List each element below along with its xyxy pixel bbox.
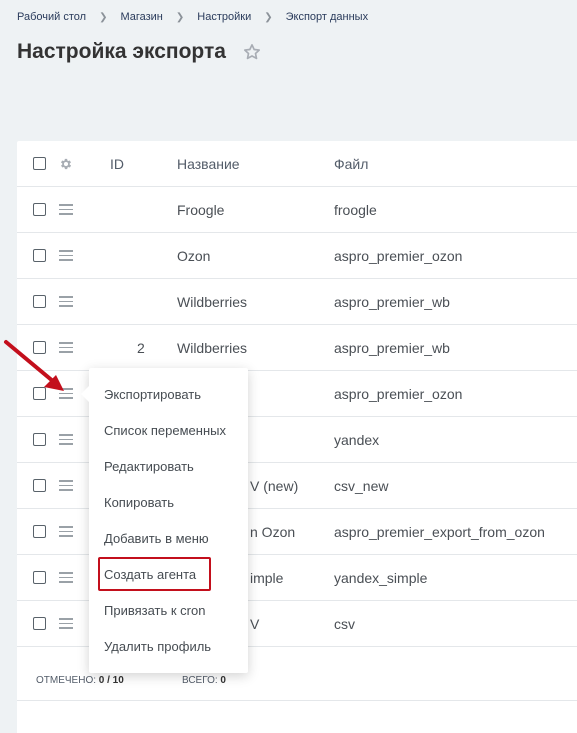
menu-item-delete-profile[interactable]: Удалить профиль xyxy=(104,639,211,654)
menu-pointer xyxy=(81,386,89,402)
table-header-row: ID Название Файл xyxy=(17,141,577,187)
row-name: Wildberries xyxy=(177,294,248,310)
table-row[interactable]: Froogle froogle xyxy=(17,187,577,233)
total-count: ВСЕГО: 0 xyxy=(182,675,226,686)
select-all-checkbox[interactable] xyxy=(33,157,46,170)
hamburger-icon[interactable] xyxy=(59,250,73,261)
breadcrumb-item-export[interactable]: Экспорт данных xyxy=(286,11,368,23)
row-file: yandex_simple xyxy=(334,570,428,586)
star-icon[interactable] xyxy=(242,42,262,62)
row-file: aspro_premier_ozon xyxy=(334,248,463,264)
row-checkbox[interactable] xyxy=(33,525,46,538)
checked-count: ОТМЕЧЕНО: 0 / 10 xyxy=(36,675,124,686)
row-file: aspro_premier_export_from_ozon xyxy=(334,524,545,540)
red-arrow-annotation xyxy=(4,340,64,391)
gear-icon[interactable] xyxy=(59,157,73,171)
breadcrumb-item-settings[interactable]: Настройки xyxy=(197,11,251,23)
total-label: ВСЕГО: xyxy=(182,675,218,686)
total-value: 0 xyxy=(220,675,226,686)
table-row[interactable]: Wildberries aspro_premier_wb xyxy=(17,279,577,325)
menu-item-edit[interactable]: Редактировать xyxy=(104,459,194,474)
column-header-name[interactable]: Название xyxy=(177,156,240,172)
menu-item-copy[interactable]: Копировать xyxy=(104,495,174,510)
breadcrumb-item-desktop[interactable]: Рабочий стол xyxy=(17,11,86,23)
row-checkbox[interactable] xyxy=(33,295,46,308)
hamburger-icon[interactable] xyxy=(59,618,73,629)
row-name: n Ozon xyxy=(250,524,296,540)
breadcrumb-item-shop[interactable]: Магазин xyxy=(120,11,162,23)
column-header-file[interactable]: Файл xyxy=(334,156,368,172)
breadcrumb: Рабочий стол ❯ Магазин ❯ Настройки ❯ Экс… xyxy=(17,11,368,23)
row-file: aspro_premier_wb xyxy=(334,294,450,310)
hamburger-icon[interactable] xyxy=(59,480,73,491)
page-title: Настройка экспорта xyxy=(17,40,262,64)
hamburger-icon[interactable] xyxy=(59,204,73,215)
row-name: Wildberries xyxy=(177,340,248,356)
row-checkbox[interactable] xyxy=(33,203,46,216)
breadcrumb-separator-icon: ❯ xyxy=(175,11,185,23)
row-name: imple xyxy=(250,570,284,586)
row-checkbox[interactable] xyxy=(33,479,46,492)
row-name: V xyxy=(250,616,260,632)
menu-item-bind-cron[interactable]: Привязать к cron xyxy=(104,603,205,618)
menu-item-export[interactable]: Экспортировать xyxy=(104,387,201,402)
row-file: csv xyxy=(334,616,355,632)
row-checkbox[interactable] xyxy=(33,571,46,584)
page-title-text: Настройка экспорта xyxy=(17,40,226,63)
menu-item-add-to-menu[interactable]: Добавить в меню xyxy=(104,531,209,546)
row-name: V (new) xyxy=(250,478,299,494)
row-name: Froogle xyxy=(177,202,225,218)
table-row[interactable]: Ozon aspro_premier_ozon xyxy=(17,233,577,279)
row-checkbox[interactable] xyxy=(33,433,46,446)
breadcrumb-separator-icon: ❯ xyxy=(264,11,273,23)
hamburger-icon[interactable] xyxy=(59,572,73,583)
create-agent-highlight xyxy=(98,557,211,591)
row-file: aspro_premier_wb xyxy=(334,340,450,356)
hamburger-icon[interactable] xyxy=(59,526,73,537)
breadcrumb-separator-icon: ❯ xyxy=(99,11,108,23)
checked-value: 0 / 10 xyxy=(98,675,124,686)
row-file: froogle xyxy=(334,202,377,218)
row-file: csv_new xyxy=(334,478,389,494)
row-context-menu: Экспортировать Список переменных Редакти… xyxy=(81,368,248,673)
row-name: Ozon xyxy=(177,248,211,264)
row-file: yandex xyxy=(334,432,380,448)
hamburger-icon[interactable] xyxy=(59,296,73,307)
row-id: 2 xyxy=(137,340,145,356)
checked-label: ОТМЕЧЕНО: xyxy=(36,675,96,686)
table-row[interactable]: 2 Wildberries aspro_premier_wb xyxy=(17,325,577,371)
row-checkbox[interactable] xyxy=(33,617,46,630)
hamburger-icon[interactable] xyxy=(59,434,73,445)
menu-item-variables[interactable]: Список переменных xyxy=(104,423,226,438)
column-header-id[interactable]: ID xyxy=(110,156,124,172)
row-file: aspro_premier_ozon xyxy=(334,386,463,402)
row-checkbox[interactable] xyxy=(33,249,46,262)
